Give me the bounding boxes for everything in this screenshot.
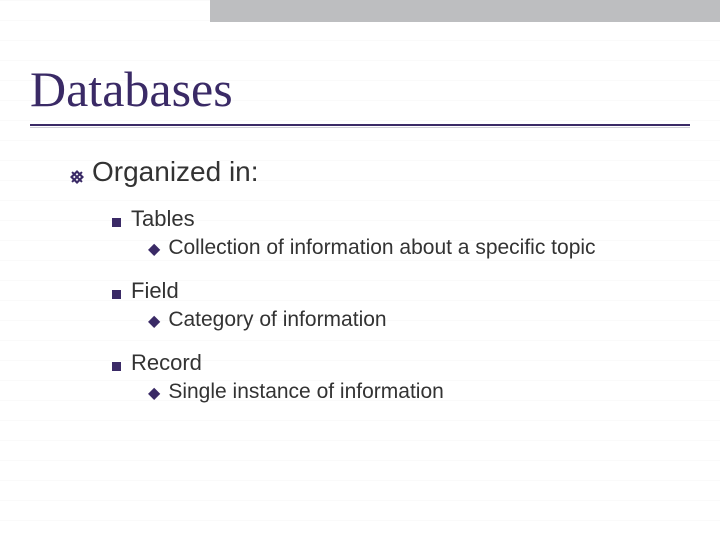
diamond-small-bullet-icon: ◆ xyxy=(148,311,160,331)
term-text: Record xyxy=(131,350,202,376)
heading-text: Organized in: xyxy=(92,156,259,188)
bullet-heading: Organized in: xyxy=(70,156,690,188)
list-item: Tables xyxy=(112,206,690,232)
square-bullet-icon xyxy=(112,362,121,371)
term-text: Tables xyxy=(131,206,195,232)
term-text: Field xyxy=(131,278,179,304)
list-item: ◆ Category of information xyxy=(148,308,690,332)
desc-text: Category of information xyxy=(168,308,386,332)
list-item: ◆ Collection of information about a spec… xyxy=(148,236,690,260)
list-item: Field xyxy=(112,278,690,304)
list-item: Record xyxy=(112,350,690,376)
slide-title: Databases xyxy=(30,60,690,118)
square-bullet-icon xyxy=(112,218,121,227)
list-item: ◆ Single instance of information xyxy=(148,380,690,404)
square-bullet-icon xyxy=(112,290,121,299)
diamond-small-bullet-icon: ◆ xyxy=(148,383,160,403)
diamond-bullet-icon xyxy=(70,159,84,173)
diamond-small-bullet-icon: ◆ xyxy=(148,239,160,259)
desc-text: Collection of information about a specif… xyxy=(168,236,595,260)
desc-text: Single instance of information xyxy=(168,380,444,404)
slide-content: Organized in: Tables ◆ Collection of inf… xyxy=(30,156,690,404)
title-underline xyxy=(30,124,690,126)
slide: Databases Organized in: Tables ◆ Collect… xyxy=(0,0,720,540)
